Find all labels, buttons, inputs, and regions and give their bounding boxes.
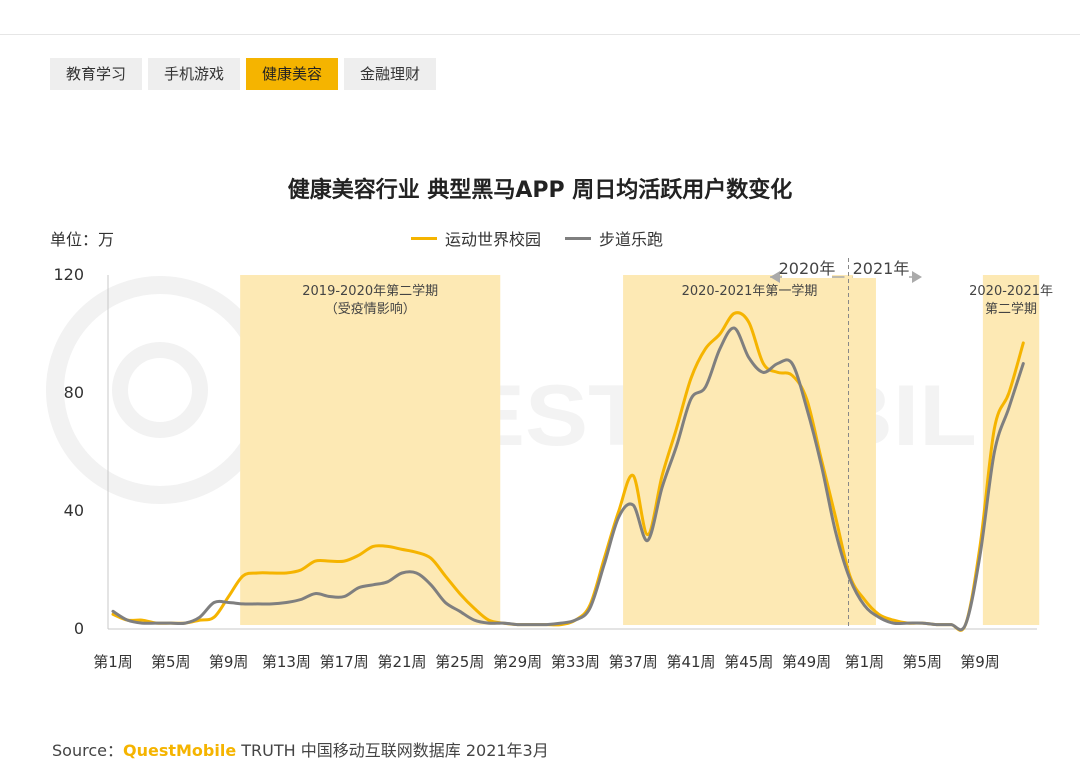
x-tick-label: 第33周 [551, 653, 600, 671]
x-tick-label: 第5周 [151, 653, 191, 671]
chart-title: 健康美容行业 典型黑马APP 周日均活跃用户数变化 [287, 178, 793, 203]
legend-item-series1: 运动世界校园 [411, 226, 541, 250]
watermark-logo-icon [46, 276, 274, 504]
source-text: TRUTH 中国移动互联网数据库 2021年3月 [236, 741, 549, 760]
x-tick-label: 第17周 [320, 653, 369, 671]
x-tick-label: 第5周 [902, 653, 942, 671]
x-tick-label: 第1周 [93, 653, 133, 671]
legend-label-series1: 运动世界校园 [445, 230, 542, 249]
arrow-right-icon [912, 271, 922, 283]
x-tick-label: 第13周 [262, 653, 311, 671]
semester-band-label: 2020-2021年 [969, 284, 1053, 299]
x-tick-label: 第9周 [960, 653, 1000, 671]
semester-band-label: 2019-2020年第二学期 [302, 283, 438, 299]
y-tick-label: 0 [74, 619, 84, 638]
y-tick-label: 40 [64, 501, 84, 520]
semester-band-label: 2020-2021年第一学期 [682, 283, 818, 299]
legend: 运动世界校园 步道乐跑 [411, 226, 663, 250]
y-tick-label: 80 [64, 383, 84, 402]
semester-band-label: 第二学期 [985, 301, 1037, 317]
x-tick-label: 第9周 [209, 653, 249, 671]
source-prefix: Source： [52, 741, 123, 760]
watermark-logo-inner-icon [112, 342, 208, 438]
unit-label: 单位：万 [50, 230, 115, 249]
source-brand: QuestMobile [122, 741, 237, 760]
x-tick-label: 第25周 [435, 653, 484, 671]
x-tick-label: 第37周 [609, 653, 658, 671]
year-label-2021: 2021年 [853, 259, 910, 278]
legend-swatch-series1 [411, 236, 437, 240]
source-note: Source：QuestMobile TRUTH 中国移动互联网数据库 2021… [52, 737, 549, 761]
legend-label-series2: 步道乐跑 [599, 230, 664, 249]
legend-swatch-series2 [565, 236, 592, 240]
chart-canvas: QUEST MOBILE 2019-2020年第二学期 （受疫情影响） 2020-2… [46, 258, 1053, 671]
y-tick-label: 120 [53, 265, 84, 284]
x-tick-label: 第29周 [493, 653, 542, 671]
year-label-2020: 2020年 [779, 259, 836, 278]
legend-item-series2: 步道乐跑 [565, 226, 663, 250]
x-tick-label: 第41周 [666, 653, 715, 671]
x-tick-label: 第45周 [724, 653, 773, 671]
semester-band-label: （受疫情影响） [325, 301, 416, 317]
x-tick-label: 第1周 [845, 653, 885, 671]
x-tick-label: 第49周 [782, 653, 831, 671]
x-tick-label: 第21周 [377, 653, 426, 671]
watermark: QUEST MOBILE [46, 276, 1040, 504]
